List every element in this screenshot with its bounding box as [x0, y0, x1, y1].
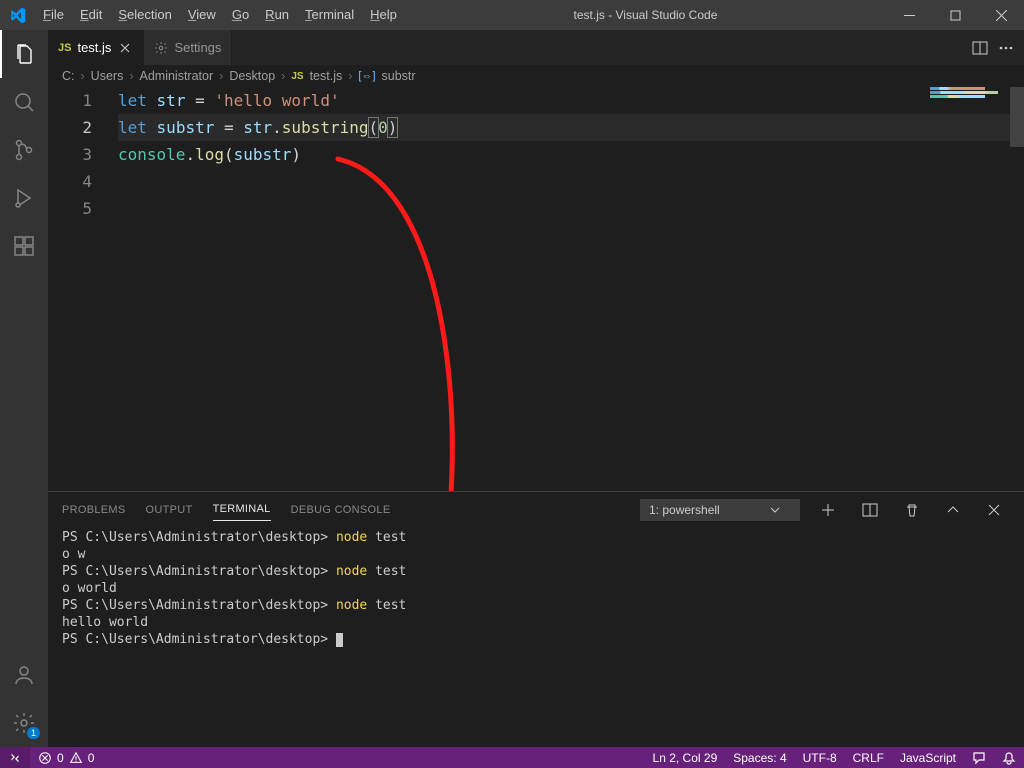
menu-help[interactable]: Help — [362, 0, 405, 30]
activity-bar: 1 — [0, 30, 48, 747]
symbol-icon: [⇔] — [358, 70, 375, 82]
menu-view[interactable]: View — [180, 0, 224, 30]
feedback-icon[interactable] — [964, 747, 994, 768]
remote-button[interactable] — [0, 747, 30, 768]
eol[interactable]: CRLF — [845, 747, 892, 768]
menu-run[interactable]: Run — [257, 0, 297, 30]
title-bar: FFileile Edit Selection View Go Run Term… — [0, 0, 1024, 30]
tab-label: Settings — [174, 40, 221, 55]
close-window-button[interactable] — [978, 0, 1024, 30]
minimap[interactable] — [930, 87, 1010, 491]
maximize-button[interactable] — [932, 0, 978, 30]
settings-badge: 1 — [27, 727, 40, 739]
window-title: test.js - Visual Studio Code — [405, 8, 886, 22]
gear-icon — [154, 41, 168, 55]
code-editor[interactable]: 12345 let str = 'hello world'let substr … — [48, 87, 1024, 491]
indentation[interactable]: Spaces: 4 — [725, 747, 794, 768]
close-tab-icon[interactable] — [117, 40, 133, 56]
kill-terminal-icon[interactable] — [904, 502, 926, 518]
maximize-panel-icon[interactable] — [946, 503, 968, 517]
editor-scrollbar[interactable] — [1010, 87, 1024, 491]
cursor-position[interactable]: Ln 2, Col 29 — [645, 747, 726, 768]
split-terminal-icon[interactable] — [862, 502, 884, 518]
editor-group: JS test.js Settings C:› Users› Administr… — [48, 30, 1024, 747]
close-panel-icon[interactable] — [988, 504, 1010, 516]
explorer-icon[interactable] — [0, 30, 48, 78]
tab-settings[interactable]: Settings — [144, 30, 232, 65]
panel-tab-problems[interactable]: PROBLEMS — [62, 499, 126, 521]
tab-test-js[interactable]: JS test.js — [48, 30, 144, 65]
menu-go[interactable]: Go — [224, 0, 257, 30]
language-mode[interactable]: JavaScript — [892, 747, 964, 768]
bottom-panel: PROBLEMS OUTPUT TERMINAL DEBUG CONSOLE 1… — [48, 491, 1024, 747]
terminal-output[interactable]: PS C:\Users\Administrator\desktop> node … — [48, 527, 1024, 747]
more-actions-icon[interactable] — [998, 40, 1014, 56]
panel-tab-terminal[interactable]: TERMINAL — [213, 498, 271, 521]
menu-file[interactable]: FFileile — [35, 0, 72, 30]
problems-button[interactable]: 0 0 — [30, 747, 102, 768]
terminal-selector[interactable]: 1: powershell — [640, 499, 800, 521]
menu-terminal[interactable]: Terminal — [297, 0, 362, 30]
search-icon[interactable] — [0, 78, 48, 126]
menu-selection[interactable]: Selection — [110, 0, 179, 30]
breadcrumb[interactable]: C:› Users› Administrator› Desktop› JS te… — [48, 65, 1024, 87]
accounts-icon[interactable] — [0, 651, 48, 699]
status-bar: 0 0 Ln 2, Col 29 Spaces: 4 UTF-8 CRLF Ja… — [0, 747, 1024, 768]
panel-tab-output[interactable]: OUTPUT — [146, 499, 193, 521]
editor-tabs: JS test.js Settings — [48, 30, 1024, 65]
new-terminal-icon[interactable] — [820, 502, 842, 518]
js-file-icon: JS — [58, 42, 71, 54]
extensions-icon[interactable] — [0, 222, 48, 270]
js-file-icon: JS — [291, 71, 303, 82]
menu-bar: FFileile Edit Selection View Go Run Term… — [35, 0, 405, 30]
chevron-down-icon — [770, 505, 780, 515]
app-logo — [0, 7, 35, 24]
encoding[interactable]: UTF-8 — [795, 747, 845, 768]
notifications-icon[interactable] — [994, 747, 1024, 768]
split-editor-icon[interactable] — [972, 40, 988, 56]
minimize-button[interactable] — [886, 0, 932, 30]
tab-label: test.js — [77, 40, 111, 55]
settings-gear-icon[interactable]: 1 — [0, 699, 48, 747]
source-control-icon[interactable] — [0, 126, 48, 174]
panel-tab-debug-console[interactable]: DEBUG CONSOLE — [291, 499, 391, 521]
run-debug-icon[interactable] — [0, 174, 48, 222]
menu-edit[interactable]: Edit — [72, 0, 110, 30]
